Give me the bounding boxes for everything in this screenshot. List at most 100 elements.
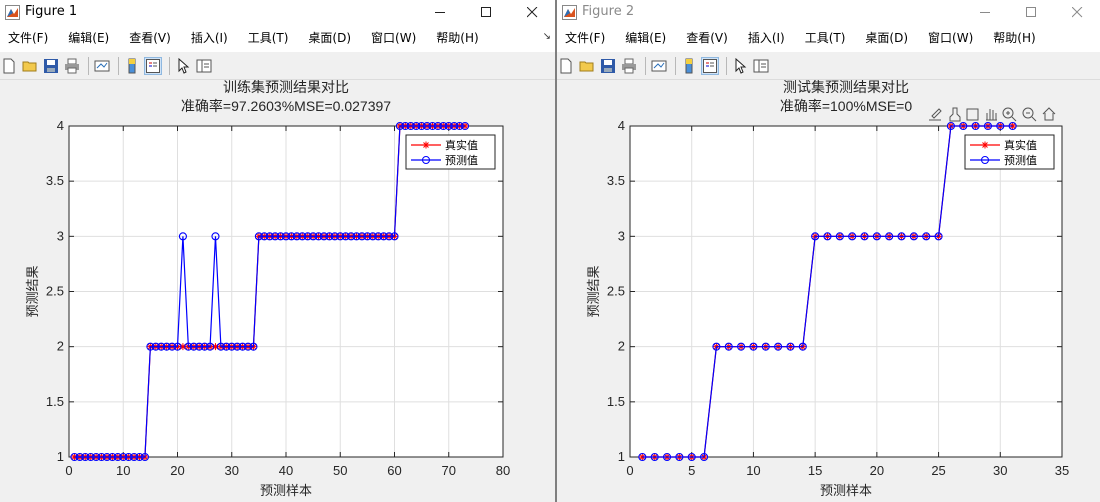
legend-label: 真实值 [445, 138, 478, 152]
x-tick-label: 25 [931, 463, 945, 478]
datatip-button[interactable] [966, 108, 979, 121]
y-tick-label: 2 [618, 339, 625, 354]
print-button[interactable] [620, 57, 638, 75]
y-tick-label: 1 [618, 449, 625, 464]
save-button[interactable] [42, 57, 60, 75]
menu-insert[interactable]: 插入(I) [742, 25, 791, 52]
maximize-icon [480, 7, 491, 17]
pan-hand-icon [986, 109, 997, 121]
axes[interactable]: 0 10 20 30 40 50 60 70 80 1 1.5 2 2.5 3 3.5 4 训练集预测结果对比准… [26, 80, 510, 499]
x-tick-label: 70 [442, 463, 456, 478]
print-button[interactable] [63, 57, 81, 75]
menu-view[interactable]: 查看(V) [680, 25, 734, 52]
save-button[interactable] [599, 57, 617, 75]
chart-title: 训练集预测结果对比 [223, 80, 349, 95]
maximize-icon [1025, 7, 1036, 17]
legend[interactable]: 真实值预测值 [964, 134, 1055, 170]
legend-button[interactable] [144, 56, 162, 75]
legend[interactable]: 真实值预测值 [405, 134, 496, 170]
maximize-button[interactable] [1008, 0, 1054, 25]
property-editor-button[interactable] [752, 57, 770, 75]
matlab-icon [5, 5, 20, 20]
x-tick-label: 15 [808, 463, 822, 478]
export-icon [929, 108, 942, 121]
y-tick-label: 3 [618, 228, 625, 243]
y-tick-label: 1.5 [607, 394, 625, 409]
new-file-icon [560, 58, 572, 73]
export-button[interactable] [929, 108, 942, 121]
pan-button[interactable] [986, 109, 997, 121]
zoom-in-glyph [1006, 111, 1017, 122]
cursor-arrow-icon [735, 57, 747, 74]
toolbar-separator [726, 56, 727, 75]
x-tick-label: 10 [116, 463, 130, 478]
property-editor-button[interactable] [195, 57, 213, 75]
open-file-button[interactable] [21, 57, 39, 75]
link-plot-button[interactable] [93, 57, 111, 75]
zoom-out-button[interactable] [1022, 107, 1037, 122]
menu-edit[interactable]: 编辑(E) [62, 25, 115, 52]
edit-plot-button[interactable] [174, 57, 192, 75]
menu-bar: 文件(F) 编辑(E) 查看(V) 插入(I) 工具(T) 桌面(D) 窗口(W… [0, 25, 555, 52]
colorbar-button[interactable] [123, 57, 141, 75]
link-plot-icon [94, 60, 110, 71]
menu-view[interactable]: 查看(V) [123, 25, 177, 52]
menu-expand-icon[interactable]: ↘ [543, 31, 551, 42]
y-tick-label: 4 [618, 118, 625, 133]
colorbar-button[interactable] [680, 57, 698, 75]
brush-icon [949, 107, 961, 122]
figure-2-window: Figure 2 文件(F) 编辑(E) 查看(V) 插入(I) 工具(T) 桌… [557, 0, 1100, 502]
brush-button[interactable] [949, 107, 961, 122]
menu-desktop[interactable]: 桌面(D) [302, 25, 357, 52]
title-bar[interactable]: Figure 2 [557, 0, 1100, 25]
menu-file[interactable]: 文件(F) [2, 25, 54, 52]
y-tick-label: 3 [57, 228, 64, 243]
menu-tools[interactable]: 工具(T) [242, 25, 295, 52]
menu-edit[interactable]: 编辑(E) [619, 25, 672, 52]
chart-title: 测试集预测结果对比 [783, 80, 909, 95]
legend-button[interactable] [701, 56, 719, 75]
menu-help[interactable]: 帮助(H) [987, 25, 1041, 52]
save-icon [44, 58, 58, 73]
menu-tools[interactable]: 工具(T) [799, 25, 852, 52]
save-icon [601, 58, 615, 73]
y-tick-label: 4 [57, 118, 64, 133]
menu-window[interactable]: 窗口(W) [922, 25, 979, 52]
new-figure-button[interactable] [0, 57, 18, 75]
close-button[interactable] [509, 0, 555, 25]
open-folder-icon [579, 61, 594, 71]
menu-help[interactable]: 帮助(H) [430, 25, 484, 52]
window-title: Figure 2 [582, 4, 635, 19]
close-icon [526, 7, 537, 18]
link-plot-icon [651, 60, 667, 71]
y-tick-label: 2.5 [607, 284, 625, 299]
x-tick-label: 35 [1055, 463, 1069, 478]
link-plot-button[interactable] [650, 57, 668, 75]
x-axis-label: 预测样本 [260, 484, 312, 499]
legend-label: 预测值 [1004, 154, 1037, 167]
y-tick-label: 3.5 [46, 173, 64, 188]
toolbar [0, 52, 555, 80]
toolbar-separator [169, 56, 170, 75]
menu-desktop[interactable]: 桌面(D) [859, 25, 914, 52]
toolbar-separator [88, 56, 89, 75]
home-button[interactable] [1042, 107, 1056, 121]
minimize-button[interactable] [962, 0, 1008, 25]
axes[interactable]: 0 5 10 15 20 25 30 35 1 1.5 2 2.5 3 3.5 4 测试集预测结果对比准确率=… [587, 80, 1069, 499]
menu-insert[interactable]: 插入(I) [185, 25, 234, 52]
menu-file[interactable]: 文件(F) [559, 25, 611, 52]
open-file-button[interactable] [578, 57, 596, 75]
y-axis-label: 预测结果 [587, 265, 602, 317]
title-bar[interactable]: Figure 1 [0, 0, 555, 25]
maximize-button[interactable] [463, 0, 509, 25]
edit-plot-button[interactable] [731, 57, 749, 75]
close-icon [1071, 7, 1082, 18]
property-editor-icon [753, 59, 769, 72]
new-figure-button[interactable] [557, 57, 575, 75]
close-button[interactable] [1054, 0, 1100, 25]
menu-window[interactable]: 窗口(W) [365, 25, 422, 52]
legend-label: 真实值 [1004, 138, 1037, 152]
minimize-button[interactable] [417, 0, 463, 25]
zoom-in-button[interactable] [1002, 107, 1017, 122]
x-tick-label: 40 [279, 463, 293, 478]
